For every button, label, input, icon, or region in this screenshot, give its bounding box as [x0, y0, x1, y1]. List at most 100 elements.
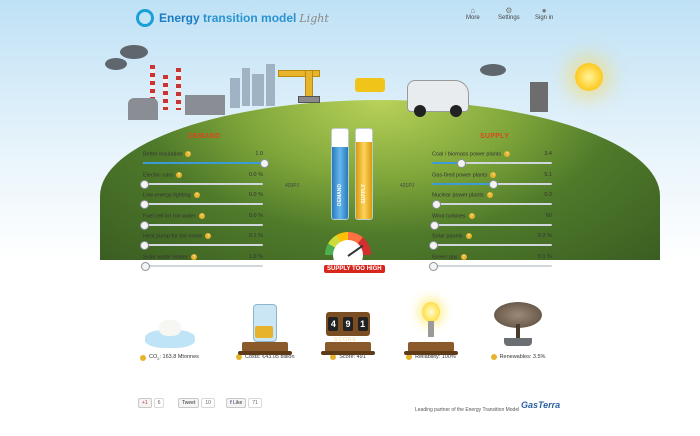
help-icon[interactable]: ?	[185, 151, 192, 157]
demand-slider[interactable]: Solar water heater? 1.0 %	[140, 253, 263, 276]
slider-label: Coal / biomass power plants?	[432, 151, 511, 157]
gas-pipe	[278, 70, 320, 77]
slider-label-text: Gas-fired power plants	[432, 171, 488, 178]
demand-slider[interactable]: Heat pump for the home? 0.1 %	[139, 233, 263, 255]
supply-meter-label: SUPPLY	[361, 184, 367, 204]
help-icon[interactable]: ?	[465, 233, 472, 239]
slider-label: Nuclear power plants?	[432, 192, 493, 198]
smoke-cloud	[105, 58, 127, 70]
home-icon: ⌂	[470, 6, 476, 15]
slider-value: 0.1 %	[248, 233, 263, 239]
supply-slider[interactable]: Green gas? 0.1 %	[428, 253, 552, 276]
co2-text: CO	[149, 354, 158, 360]
help-icon[interactable]: ?	[205, 233, 212, 239]
supply-title: SUPPLY	[480, 133, 510, 140]
facebook-like-button[interactable]: f Like	[226, 398, 247, 408]
help-icon[interactable]: ?	[504, 151, 511, 157]
gplus-button[interactable]: +1	[138, 398, 152, 408]
logo-ring-icon	[136, 9, 154, 27]
car-wheel	[450, 105, 462, 117]
tweet-button[interactable]: Tweet	[178, 398, 200, 408]
demand-slider[interactable]: Fuel cell for hot water? 0.0 %	[139, 212, 263, 235]
money-jar-icon	[237, 300, 293, 355]
city-building	[266, 64, 275, 106]
slider-track[interactable]	[428, 241, 552, 250]
slider-handle[interactable]	[429, 220, 439, 230]
slider-handle[interactable]	[139, 179, 149, 189]
supply-slider[interactable]: Wind turbines? 60	[429, 212, 552, 235]
light-bulb-icon	[403, 300, 459, 355]
gasterra-logo[interactable]: GasTerra	[521, 400, 560, 410]
demand-slider[interactable]: Better insulation? 1.0	[143, 151, 269, 173]
dashboard-renewables[interactable]: Renewables: 3.5%	[490, 300, 546, 360]
app-title: Energy transition model	[159, 11, 296, 25]
slider-track[interactable]	[139, 220, 263, 230]
dashboard-co2[interactable]: CO2: 163.8 Mtonnes	[140, 300, 199, 361]
city-building	[252, 74, 264, 106]
slider-handle[interactable]	[139, 220, 149, 230]
help-icon[interactable]: ?	[193, 192, 200, 198]
city-building	[242, 68, 250, 106]
supply-slider[interactable]: Nuclear power plants? 0.3	[432, 192, 552, 214]
demand-slider[interactable]: Electric cars? 0.0 %	[139, 171, 263, 194]
dashboard-costs[interactable]: Costs: €43.05 billion	[236, 300, 295, 360]
slider-handle[interactable]	[428, 261, 438, 271]
app-logo[interactable]: Energy transition model Light	[136, 9, 329, 27]
slider-label: Wind turbines?	[432, 212, 475, 219]
nav-sign-in[interactable]: ● Sign in	[535, 6, 553, 21]
supply-slider[interactable]: Solar panels? 0.2 %	[428, 233, 552, 255]
slider-handle[interactable]	[140, 261, 150, 271]
slider-label: Heat pump for the home?	[143, 233, 212, 239]
slider-track[interactable]	[432, 179, 552, 189]
help-icon[interactable]: ?	[468, 212, 475, 219]
demand-slider[interactable]: Low-energy lighting? 0.0 %	[139, 192, 263, 214]
gplus-share[interactable]: +1 6	[138, 398, 165, 408]
slider-track[interactable]	[140, 261, 263, 271]
dashboard-score[interactable]: 4 9 1 SCORE Score: 491	[320, 300, 376, 360]
supply-slider[interactable]: Gas-fired power plants? 5.1	[432, 171, 552, 194]
pedestal	[238, 342, 293, 355]
slider-handle[interactable]	[432, 200, 442, 209]
slider-value: 0.1 %	[537, 253, 552, 260]
dashboard-reliability[interactable]: Reliability: 100%	[403, 300, 459, 360]
nav-settings[interactable]: ⚙ Settings	[498, 6, 520, 21]
slider-track[interactable]	[139, 200, 263, 209]
slider-handle[interactable]	[139, 241, 149, 250]
tweet-share[interactable]: Tweet 10	[178, 398, 215, 408]
slider-label: Better insulation?	[143, 151, 192, 157]
slider-handle[interactable]	[428, 241, 438, 250]
slider-value: 3.4	[544, 151, 552, 157]
slider-handle[interactable]	[488, 179, 498, 189]
slider-handle[interactable]	[457, 159, 467, 168]
slider-track[interactable]	[429, 220, 552, 230]
slider-track[interactable]	[143, 159, 269, 168]
slider-handle[interactable]	[139, 200, 149, 209]
help-icon[interactable]: ?	[460, 253, 467, 260]
demand-meter: DEMAND	[331, 128, 349, 220]
slider-track[interactable]	[139, 241, 263, 250]
slider-label: Solar panels?	[432, 233, 472, 239]
help-icon[interactable]: ?	[175, 171, 182, 178]
help-icon[interactable]: ?	[198, 212, 205, 219]
slider-track[interactable]	[428, 261, 552, 271]
slider-label: Electric cars?	[143, 171, 182, 178]
app-title-part2: transition model	[203, 11, 297, 25]
help-icon[interactable]: ?	[190, 253, 197, 260]
nav-more[interactable]: ⌂ More	[466, 6, 480, 21]
help-icon[interactable]: ?	[490, 171, 497, 178]
slider-fill	[432, 182, 492, 185]
header: Energy transition model Light ⌂ More ⚙ S…	[0, 0, 700, 40]
nav-settings-label: Settings	[498, 15, 520, 21]
score-digit: 1	[357, 317, 368, 331]
supply-slider[interactable]: Coal / biomass power plants? 3.4	[432, 151, 552, 173]
pedestal	[321, 342, 375, 355]
slider-label-text: Green gas	[432, 253, 458, 260]
slider-label-text: Solar panels	[432, 233, 463, 240]
help-icon[interactable]: ?	[486, 192, 493, 198]
slider-handle[interactable]	[259, 159, 269, 168]
balance-status-badge: SUPPLY TOO HIGH	[324, 265, 385, 273]
slider-track[interactable]	[139, 179, 263, 189]
facebook-like[interactable]: f Like 71	[226, 398, 262, 408]
slider-track[interactable]	[432, 200, 552, 209]
slider-track[interactable]	[432, 159, 552, 168]
